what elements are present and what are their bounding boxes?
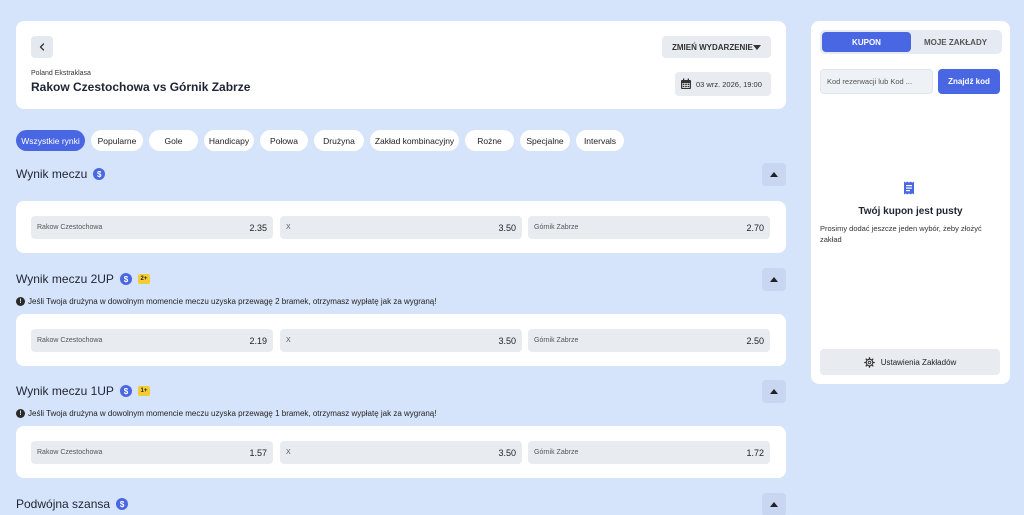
tab-intervals[interactable]: Intervals — [576, 130, 624, 151]
tab-goals[interactable]: Gole — [149, 130, 198, 151]
odd-away[interactable]: Górnik Zabrze 2.50 — [528, 329, 770, 352]
tab-coupon[interactable]: KUPON — [822, 32, 911, 52]
collapse-button[interactable] — [762, 268, 786, 291]
coin-icon: $ — [119, 273, 132, 285]
datetime-text: 03 wrz. 2026, 19:00 — [696, 79, 762, 89]
odd-away[interactable]: Górnik Zabrze 1.72 — [528, 441, 770, 464]
league-name: Poland Ekstraklasa — [31, 70, 91, 77]
odd-home[interactable]: Rakow Czestochowa 2.19 — [31, 329, 273, 352]
market-header: Podwójna szansa $ — [16, 493, 786, 515]
caret-down-icon — [753, 44, 761, 50]
badge: 2+ — [137, 274, 150, 284]
market-tabs: Wszystkie rynki Popularne Gole Handicapy… — [16, 130, 624, 152]
market-header: Wynik meczu $ — [16, 163, 786, 187]
coin-icon: $ — [116, 498, 129, 510]
odd-value: 3.50 — [498, 447, 516, 458]
empty-coupon-description: Prosimy dodać jeszcze jeden wybór, żeby … — [820, 224, 982, 244]
change-event-button[interactable]: ZMIEŃ WYDARZENIE — [662, 36, 771, 58]
market-title: Podwójna szansa $ — [16, 497, 129, 511]
change-event-label: ZMIEŃ WYDARZENIE — [672, 42, 753, 52]
odd-value: 3.50 — [498, 335, 516, 346]
odd-value: 1.72 — [746, 447, 764, 458]
caret-up-icon — [770, 277, 778, 282]
collapse-button[interactable] — [762, 163, 786, 186]
odd-label: Rakow Czestochowa — [37, 224, 103, 231]
caret-up-icon — [770, 172, 778, 177]
booking-code-input[interactable] — [820, 69, 933, 94]
odd-value: 2.19 — [249, 335, 267, 346]
tab-various[interactable]: Rożne — [465, 130, 514, 151]
market-title-text: Wynik meczu 1UP — [16, 384, 114, 398]
odd-label: X — [286, 224, 291, 231]
tab-popular[interactable]: Popularne — [91, 130, 143, 151]
betslip-panel: KUPON MOJE ZAKŁADY Znajdź kod Twój kupon… — [811, 21, 1010, 384]
badge: 1+ — [137, 386, 150, 396]
tab-specials[interactable]: Specjalne — [520, 130, 570, 151]
market-header: Wynik meczu 1UP $ 1+ — [16, 380, 786, 404]
market-header: Wynik meczu 2UP $ 2+ — [16, 268, 786, 292]
odd-label: Górnik Zabrze — [534, 449, 579, 456]
odd-value: 3.50 — [498, 222, 516, 233]
market-title: Wynik meczu $ — [16, 167, 106, 181]
receipt-icon — [904, 181, 914, 195]
find-code-button[interactable]: Znajdź kod — [938, 69, 1000, 94]
odds-card: Rakow Czestochowa 2.19 X 3.50 Górnik Zab… — [16, 314, 786, 366]
caret-up-icon — [770, 389, 778, 394]
coin-icon: $ — [93, 168, 106, 180]
collapse-button[interactable] — [762, 380, 786, 403]
event-header: ZMIEŃ WYDARZENIE Poland Ekstraklasa Rako… — [16, 21, 786, 109]
match-title: Rakow Czestochowa vs Górnik Zabrze — [31, 80, 251, 94]
odd-value: 1.57 — [249, 447, 267, 458]
market-title: Wynik meczu 1UP $ 1+ — [16, 384, 150, 398]
odd-label: X — [286, 449, 291, 456]
market-title-text: Wynik meczu — [16, 167, 88, 181]
odd-away[interactable]: Górnik Zabrze 2.70 — [528, 216, 770, 239]
collapse-button[interactable] — [762, 493, 786, 515]
back-button[interactable] — [31, 36, 53, 58]
gear-icon — [863, 356, 875, 368]
odds-card: Rakow Czestochowa 1.57 X 3.50 Górnik Zab… — [16, 426, 786, 478]
market-info: ! Jeśli Twoja drużyna w dowolnym momenci… — [16, 409, 436, 418]
tab-team[interactable]: Drużyna — [314, 130, 364, 151]
market-title-text: Podwójna szansa — [16, 497, 111, 511]
empty-coupon-title: Twój kupon jest pusty — [858, 206, 963, 217]
info-icon: ! — [16, 409, 25, 418]
odd-draw[interactable]: X 3.50 — [280, 441, 522, 464]
odd-label: X — [286, 337, 291, 344]
odd-draw[interactable]: X 3.50 — [280, 329, 522, 352]
odd-value: 2.50 — [746, 335, 764, 346]
info-text: Jeśli Twoja drużyna w dowolnym momencie … — [28, 409, 437, 418]
tab-handicaps[interactable]: Handicapy — [204, 130, 254, 151]
tab-combination-bet[interactable]: Zakład kombinacyjny — [370, 130, 459, 151]
caret-up-icon — [770, 502, 778, 507]
market-info: ! Jeśli Twoja drużyna w dowolnym momenci… — [16, 297, 436, 306]
odd-home[interactable]: Rakow Czestochowa 2.35 — [31, 216, 273, 239]
chevron-left-icon — [39, 43, 45, 51]
odd-label: Rakow Czestochowa — [37, 449, 103, 456]
market-title: Wynik meczu 2UP $ 2+ — [16, 272, 150, 286]
tab-my-bets[interactable]: MOJE ZAKŁADY — [911, 32, 1000, 52]
info-icon: ! — [16, 297, 25, 306]
bet-settings-button[interactable]: Ustawienia Zakładów — [820, 349, 1000, 375]
coin-icon: $ — [119, 385, 132, 397]
bet-settings-label: Ustawienia Zakładów — [880, 357, 957, 367]
info-text: Jeśli Twoja drużyna w dowolnym momencie … — [28, 297, 437, 306]
tab-all-markets[interactable]: Wszystkie rynki — [16, 130, 85, 151]
calendar-icon — [681, 78, 691, 89]
odd-home[interactable]: Rakow Czestochowa 1.57 — [31, 441, 273, 464]
betslip-tabs: KUPON MOJE ZAKŁADY — [820, 30, 1002, 54]
odd-draw[interactable]: X 3.50 — [280, 216, 522, 239]
event-datetime: 03 wrz. 2026, 19:00 — [675, 72, 771, 96]
odd-label: Górnik Zabrze — [534, 337, 579, 344]
odds-card: Rakow Czestochowa 2.35 X 3.50 Górnik Zab… — [16, 201, 786, 253]
odd-value: 2.35 — [249, 222, 267, 233]
tab-half[interactable]: Połowa — [260, 130, 308, 151]
odd-label: Rakow Czestochowa — [37, 337, 103, 344]
odd-value: 2.70 — [746, 222, 764, 233]
market-title-text: Wynik meczu 2UP — [16, 272, 114, 286]
odd-label: Górnik Zabrze — [534, 224, 579, 231]
